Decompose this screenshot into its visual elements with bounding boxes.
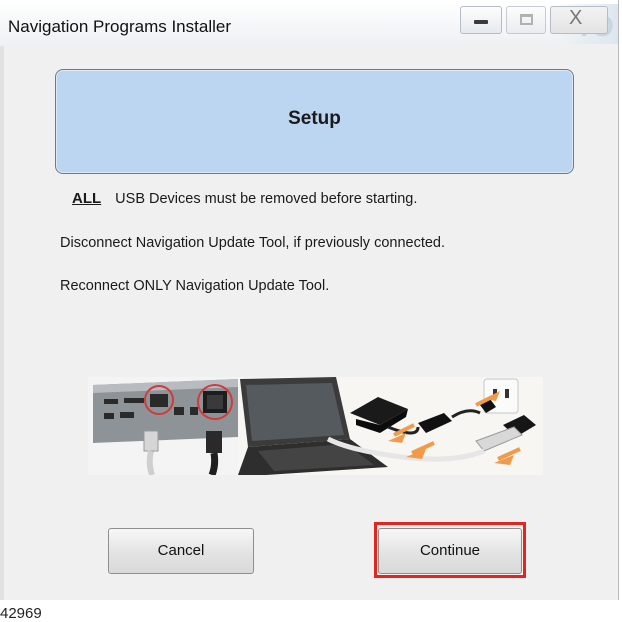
maximize-button[interactable] [506,6,546,34]
setup-header-panel: Setup [55,69,574,174]
instruction-line-1-text: USB Devices must be removed before start… [115,191,418,207]
instruction-line-3: Reconnect ONLY Navigation Update Tool. [60,278,330,294]
title-bar[interactable]: Navigation Programs Installer TO X [0,0,618,46]
instruction-line-1: ALL USB Devices must be removed before st… [72,190,417,207]
close-button[interactable]: X [550,6,608,34]
instruction-line-2: Disconnect Navigation Update Tool, if pr… [60,235,446,251]
maximize-icon [520,14,533,25]
continue-button[interactable]: Continue [378,528,522,574]
usb-connection-illustration [88,377,543,475]
window-left-edge [0,46,4,600]
minimize-button[interactable] [460,6,502,34]
close-icon: X [569,7,583,29]
setup-title: Setup [288,108,341,129]
instruction-emphasis-all: ALL [72,190,102,207]
minimize-icon [474,20,488,24]
figure-number: 42969 [0,605,42,622]
window-title: Navigation Programs Installer [8,17,231,36]
installer-window: Navigation Programs Installer TO X Setup… [0,0,619,600]
cancel-button[interactable]: Cancel [108,528,254,574]
